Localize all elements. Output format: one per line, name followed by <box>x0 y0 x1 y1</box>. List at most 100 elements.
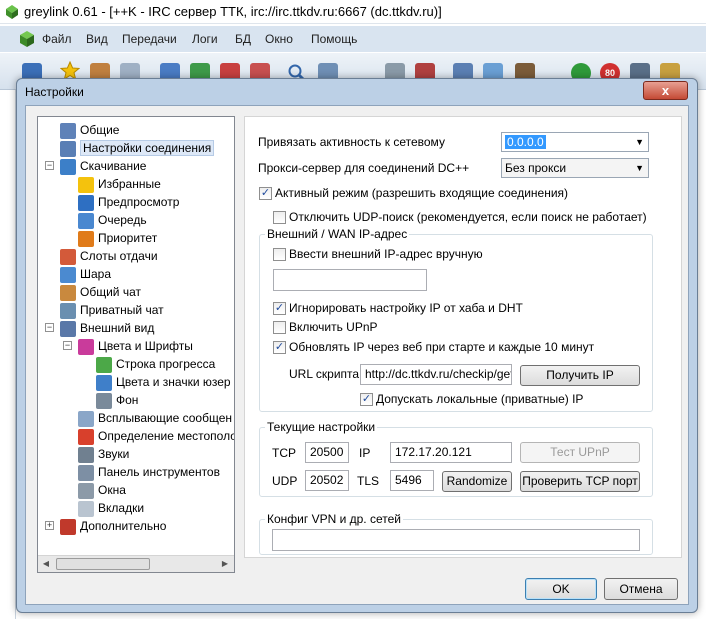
update-ip-web-checkbox[interactable]: ✓ <box>273 341 286 354</box>
randomize-button[interactable]: Randomize <box>442 471 512 492</box>
tree-item-label: Приоритет <box>98 231 158 245</box>
tree-horizontal-scrollbar[interactable]: ◀ ▶ <box>38 555 234 572</box>
dialog-client-area: Общие Настройки соединения − Скачивание Избр… <box>25 105 689 605</box>
disable-udp-checkbox[interactable] <box>273 211 286 224</box>
scrollbar-thumb[interactable] <box>56 558 150 570</box>
udp-port-input[interactable]: 20502 <box>305 470 349 491</box>
cancel-button[interactable]: Отмена <box>604 578 678 600</box>
tabs-icon <box>78 500 94 517</box>
test-upnp-button[interactable]: Тест UPnP <box>520 442 640 463</box>
tree-item[interactable]: Определение местополо <box>78 427 234 445</box>
tree-item[interactable]: Настройки соединения <box>60 139 215 157</box>
upnp-checkbox[interactable] <box>273 321 286 334</box>
manual-ip-checkbox[interactable] <box>273 248 286 261</box>
tree-item[interactable]: Приоритет <box>78 229 157 247</box>
allow-local-ip-checkbox[interactable]: ✓ <box>360 393 373 406</box>
tree-item-label: Дополнительно <box>80 519 167 533</box>
collapse-icon[interactable]: − <box>45 323 54 332</box>
bind-address-label: Привязать активность к сетевому <box>258 135 445 149</box>
tree-item[interactable]: Звуки <box>78 445 129 463</box>
location-icon <box>78 428 94 445</box>
manual-ip-input[interactable] <box>273 269 427 291</box>
tree-item-label: Внешний вид <box>80 321 155 335</box>
menu-window[interactable]: Окно <box>265 32 293 46</box>
tree-item[interactable]: Избранные <box>78 175 161 193</box>
tree-item-label: Звуки <box>98 447 130 461</box>
tcp-port-input[interactable]: 20500 <box>305 442 349 463</box>
menu-help[interactable]: Помощь <box>311 32 357 46</box>
menu-bar: Файл Вид Передачи Логи БД Окно Помощь <box>0 26 706 52</box>
bind-address-combo[interactable]: 0.0.0.0 ▼ <box>501 132 649 152</box>
tree-item[interactable]: Общий чат <box>60 283 141 301</box>
ignore-hub-ip-checkbox[interactable]: ✓ <box>273 302 286 315</box>
advanced-icon <box>60 518 76 535</box>
menu-file[interactable]: Файл <box>42 32 72 46</box>
allow-local-ip-label: Допускать локальные (приватные) IP <box>376 392 584 406</box>
tree-item[interactable]: Окна <box>78 481 126 499</box>
update-ip-web-label: Обновлять IP через веб при старте и кажд… <box>289 340 595 354</box>
download-icon <box>60 158 76 175</box>
dialog-close-button[interactable]: x <box>643 81 688 100</box>
tree-item[interactable]: Вкладки <box>78 499 144 517</box>
get-ip-button[interactable]: Получить IP <box>520 365 640 386</box>
tree-item-label: Избранные <box>98 177 161 191</box>
settings-tree[interactable]: Общие Настройки соединения − Скачивание Избр… <box>37 116 235 573</box>
tree-item[interactable]: Внешний вид <box>60 319 154 337</box>
menu-view[interactable]: Вид <box>86 32 108 46</box>
menu-logs[interactable]: Логи <box>192 32 218 46</box>
appearance-icon <box>60 320 76 337</box>
tree-item-label: Настройки соединения <box>80 140 215 156</box>
tree-item[interactable]: Приватный чат <box>60 301 164 319</box>
tree-item[interactable]: Цвета и Шрифты <box>78 337 193 355</box>
priority-icon <box>78 230 94 247</box>
tree-item[interactable]: Дополнительно <box>60 517 166 535</box>
script-url-input[interactable]: http://dc.ttkdv.ru/checkip/get <box>360 364 512 385</box>
expand-icon[interactable]: + <box>45 521 54 530</box>
tree-item-label: Цвета и значки юзер <box>116 375 231 389</box>
tree-item-label: Очередь <box>98 213 147 227</box>
tree-item[interactable]: Скачивание <box>60 157 146 175</box>
check-tcp-port-button[interactable]: Проверить TCP порт <box>520 471 640 492</box>
tree-item[interactable]: Шара <box>60 265 111 283</box>
menu-db[interactable]: БД <box>235 32 251 46</box>
tree-item[interactable]: Очередь <box>78 211 147 229</box>
chevron-down-icon: ▼ <box>635 163 644 173</box>
palette-icon <box>78 338 94 355</box>
active-mode-label: Активный режим (разрешить входящие соеди… <box>275 186 569 200</box>
tls-port-label: TLS <box>357 474 380 488</box>
tree-item[interactable]: Слоты отдачи <box>60 247 158 265</box>
cube-icon[interactable] <box>18 30 36 48</box>
popup-icon <box>78 410 94 427</box>
ok-button[interactable]: OK <box>525 578 597 600</box>
current-ip-input[interactable]: 172.17.20.121 <box>390 442 512 463</box>
scroll-left-icon[interactable]: ◀ <box>39 558 53 570</box>
collapse-icon[interactable]: − <box>45 161 54 170</box>
sound-icon <box>78 446 94 463</box>
tls-port-input[interactable]: 5496 <box>390 470 434 491</box>
vpn-config-input[interactable] <box>272 529 640 551</box>
wan-ip-group-title: Внешний / WAN IP-адрес <box>265 227 410 241</box>
tree-item[interactable]: Цвета и значки юзер <box>96 373 231 391</box>
menu-transfers[interactable]: Передачи <box>122 32 177 46</box>
upload-slots-icon <box>60 248 76 265</box>
disable-udp-label: Отключить UDP-поиск (рекомендуется, если… <box>289 210 647 224</box>
queue-icon <box>78 212 94 229</box>
tree-item[interactable]: Предпросмотр <box>78 193 179 211</box>
tree-item-label: Фон <box>116 393 139 407</box>
tree-item[interactable]: Строка прогресса <box>96 355 215 373</box>
scroll-right-icon[interactable]: ▶ <box>218 558 232 570</box>
manual-ip-label: Ввести внешний IP-адрес вручную <box>289 247 483 261</box>
upnp-label: Включить UPnP <box>289 320 378 334</box>
proxy-combo[interactable]: Без прокси ▼ <box>501 158 649 178</box>
toolbar-icon <box>78 464 94 481</box>
tcp-port-label: TCP <box>272 446 296 460</box>
collapse-icon[interactable]: − <box>63 341 72 350</box>
tree-item-label: Общий чат <box>80 285 141 299</box>
tree-item[interactable]: Фон <box>96 391 138 409</box>
tree-item[interactable]: Всплывающие сообщен <box>78 409 232 427</box>
settings-dialog: Настройки x Общие Настройки соединения − Ск… <box>16 78 698 613</box>
private-chat-icon <box>60 302 76 319</box>
tree-item[interactable]: Панель инструментов <box>78 463 220 481</box>
active-mode-checkbox[interactable]: ✓ <box>259 187 272 200</box>
tree-item[interactable]: Общие <box>60 121 119 139</box>
